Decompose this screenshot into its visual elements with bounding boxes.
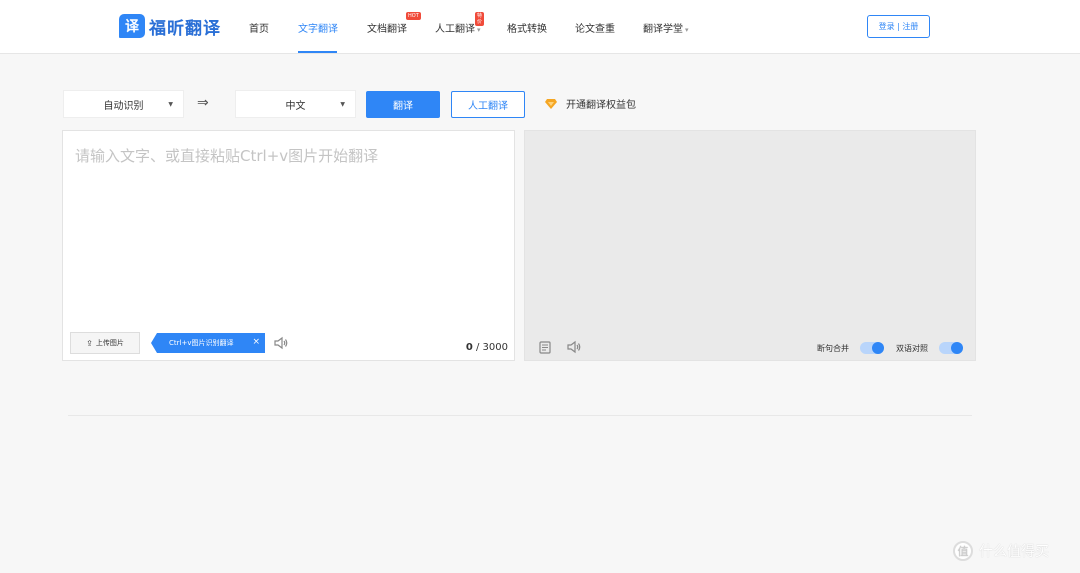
nav-doc-translate[interactable]: 文档翻译	[367, 20, 407, 35]
char-count-max: 3000	[482, 342, 508, 353]
toggle-knob	[872, 342, 884, 354]
login-register-button[interactable]: 登录 | 注册	[867, 15, 930, 38]
source-text-input[interactable]	[75, 145, 500, 315]
source-language-select[interactable]: 自动识别 ▼	[63, 90, 184, 118]
bilingual-toggle[interactable]	[939, 342, 963, 354]
chevron-down-icon: ▾	[685, 26, 689, 34]
sentence-merge-toggle[interactable]	[860, 342, 884, 354]
paste-image-tip-label: Ctrl+v图片识别翻译	[169, 339, 234, 347]
upload-icon: ⇪	[86, 338, 93, 348]
translate-button[interactable]: 翻译	[366, 91, 440, 118]
source-language-value: 自动识别	[103, 100, 144, 112]
logo-icon: 译	[119, 14, 145, 38]
hot-badge: HOT	[406, 12, 421, 20]
nav-active-underline	[298, 51, 337, 53]
benefits-package-label: 开通翻译权益包	[566, 100, 636, 111]
logo-text: 福昕翻译	[149, 18, 221, 39]
sale-badge: 特价	[475, 12, 485, 26]
nav-text-translate[interactable]: 文字翻译	[298, 20, 338, 35]
nav-translation-school[interactable]: 翻译学堂 ▾	[643, 20, 689, 35]
watermark-logo-icon: 值	[953, 541, 973, 561]
watermark: 值 什么值得买	[953, 541, 1049, 561]
nav-format-convert[interactable]: 格式转换	[507, 20, 547, 35]
human-translate-button[interactable]: 人工翻译	[451, 91, 525, 118]
caret-down-icon: ▼	[168, 100, 173, 108]
char-counter: 0 / 3000	[466, 342, 508, 353]
target-panel: 断句合并 双语对照	[524, 130, 976, 361]
upload-image-button[interactable]: ⇪ 上传图片	[70, 332, 140, 354]
nav-plagiarism-check[interactable]: 论文查重	[575, 20, 615, 35]
watermark-text: 什么值得买	[979, 544, 1049, 560]
paste-image-tip: Ctrl+v图片识别翻译 ×	[151, 333, 265, 353]
char-count-current: 0	[465, 342, 473, 353]
logo[interactable]: 译 福昕翻译	[119, 13, 221, 39]
source-panel: ⇪ 上传图片 Ctrl+v图片识别翻译 × 0 / 3000	[62, 130, 515, 361]
nav-home[interactable]: 首页	[249, 20, 269, 35]
chevron-down-icon: ▾	[477, 26, 481, 34]
content-divider	[68, 415, 972, 416]
nav-translation-school-label: 翻译学堂	[643, 24, 683, 35]
target-language-select[interactable]: 中文 ▼	[235, 90, 356, 118]
copy-icon[interactable]	[538, 340, 552, 354]
bilingual-label: 双语对照	[896, 344, 928, 353]
nav-human-translate[interactable]: 人工翻译 ▾	[435, 20, 481, 35]
nav-human-translate-label: 人工翻译	[435, 24, 475, 35]
caret-down-icon: ▼	[340, 100, 345, 108]
speaker-icon[interactable]	[273, 335, 289, 351]
speaker-icon[interactable]	[566, 339, 582, 355]
top-header: 译 福昕翻译 首页 文字翻译 文档翻译 HOT 人工翻译 ▾ 特价 格式转换 论文…	[0, 0, 1080, 54]
toggle-knob	[951, 342, 963, 354]
upload-image-label: 上传图片	[95, 339, 124, 347]
diamond-icon	[545, 98, 557, 109]
sentence-merge-label: 断句合并	[817, 344, 849, 353]
char-count-separator: /	[472, 342, 483, 353]
benefits-package-link[interactable]: 开通翻译权益包	[544, 96, 636, 111]
close-icon[interactable]: ×	[252, 337, 260, 347]
swap-languages-icon[interactable]: ⇒	[197, 95, 209, 111]
target-language-value: 中文	[285, 100, 306, 112]
